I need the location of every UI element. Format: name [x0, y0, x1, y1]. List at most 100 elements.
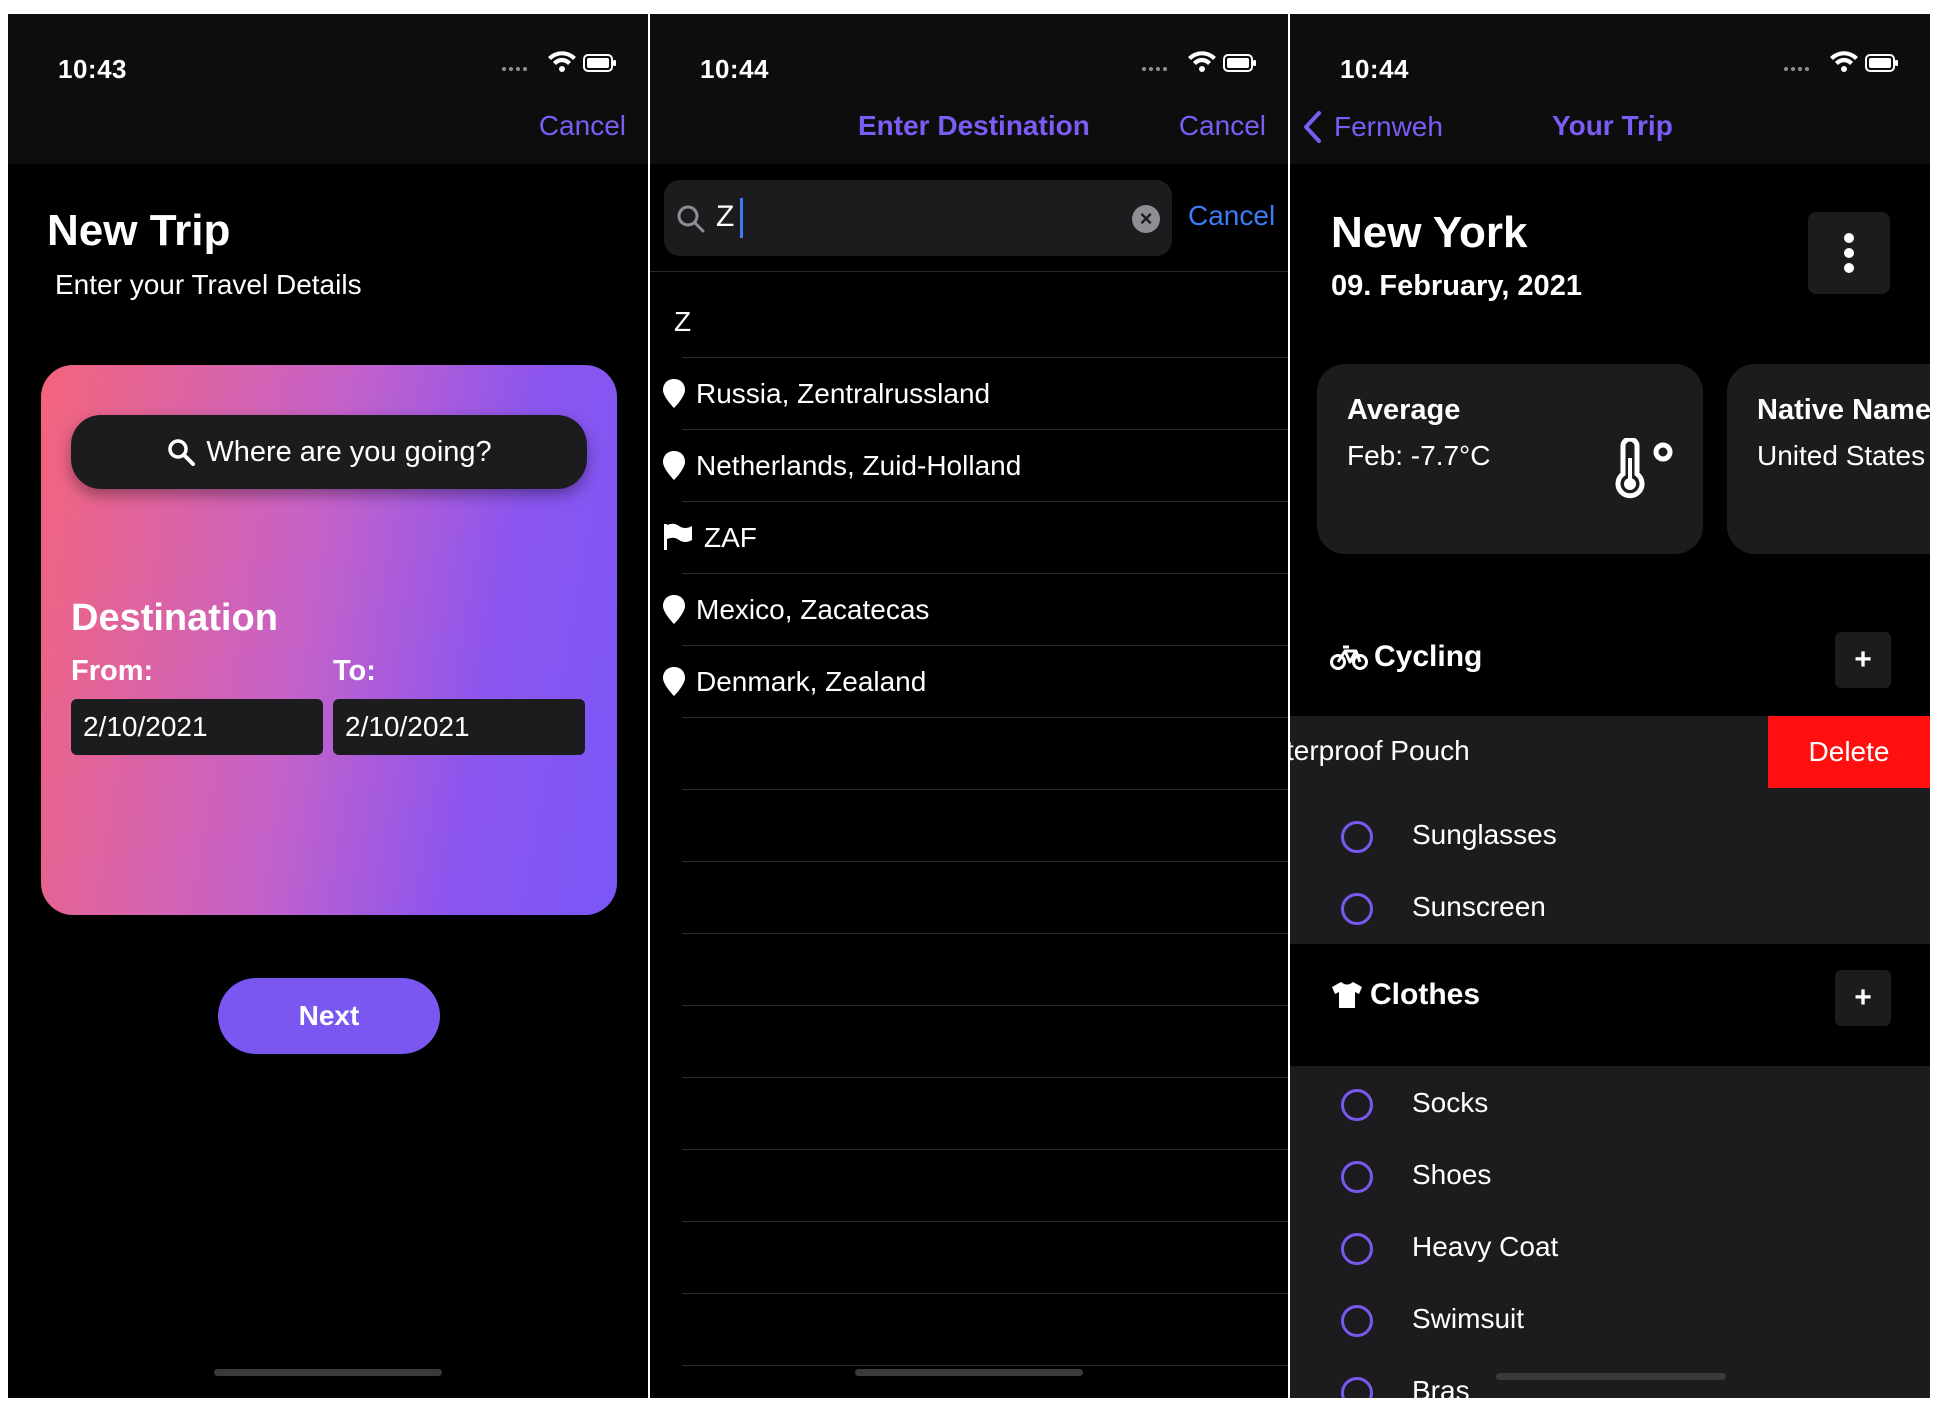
- native-card-title: Native Name: [1757, 394, 1930, 426]
- nav-title: Enter Destination: [858, 110, 1090, 141]
- empty-row: [650, 934, 1288, 1006]
- result-row[interactable]: Denmark, Zealand: [650, 646, 1288, 718]
- item-label: Sunglasses: [1412, 819, 1557, 850]
- empty-row: [650, 790, 1288, 862]
- home-indicator: [1496, 1373, 1726, 1380]
- item-label: Sunscreen: [1412, 891, 1546, 922]
- flag-icon: [664, 523, 692, 550]
- status-time: 10:43: [58, 54, 127, 84]
- nav-title: Your Trip: [1552, 110, 1673, 141]
- item-label: terproof Pouch: [1290, 735, 1470, 766]
- checkbox-circle-icon[interactable]: [1341, 821, 1373, 853]
- list-item[interactable]: Shoes: [1290, 1140, 1930, 1212]
- section-title: Clothes: [1370, 978, 1481, 1011]
- weather-card: Average Feb: -7.7°C: [1317, 364, 1703, 554]
- checkbox-circle-icon[interactable]: [1341, 1161, 1373, 1193]
- status-time: 10:44: [700, 54, 769, 84]
- checkbox-circle-icon[interactable]: [1341, 1377, 1373, 1398]
- list-item[interactable]: Sunscreen: [1290, 872, 1930, 944]
- destination-search-button[interactable]: Where are you going?: [71, 415, 587, 489]
- result-row[interactable]: ZAF: [650, 502, 1288, 574]
- checkbox-circle-icon[interactable]: [1341, 1089, 1373, 1121]
- page-subtitle: Enter your Travel Details: [55, 269, 362, 300]
- home-indicator: [214, 1369, 442, 1376]
- checkbox-circle-icon[interactable]: [1341, 893, 1373, 925]
- thermometer-icon: [1615, 438, 1673, 499]
- native-name-card: Native Name United States: [1727, 364, 1930, 554]
- list-item[interactable]: Socks: [1290, 1068, 1930, 1140]
- back-button[interactable]: Fernweh: [1302, 110, 1443, 144]
- result-row[interactable]: Russia, Zentralrussland: [650, 358, 1288, 430]
- back-label: Fernweh: [1334, 111, 1443, 142]
- empty-row: [650, 862, 1288, 934]
- empty-row: [650, 1150, 1288, 1222]
- result-label: Netherlands, Zuid-Holland: [696, 450, 1022, 481]
- list-item[interactable]: Sunglasses: [1290, 800, 1930, 872]
- add-clothes-item-button[interactable]: +: [1835, 970, 1891, 1026]
- travel-details-card: Where are you going? Destination From: T…: [41, 365, 617, 915]
- status-icons: [1784, 51, 1898, 72]
- empty-row: [650, 1078, 1288, 1150]
- result-label: Z: [674, 306, 692, 337]
- checkbox-circle-icon[interactable]: [1341, 1305, 1373, 1337]
- list-item[interactable]: Heavy Coat: [1290, 1212, 1930, 1284]
- status-time: 10:44: [1340, 54, 1409, 84]
- search-icon: [168, 439, 196, 466]
- delete-button[interactable]: Delete: [1768, 716, 1930, 788]
- chevron-left-icon: [1304, 111, 1321, 143]
- search-placeholder: Where are you going?: [206, 435, 492, 468]
- status-icons: [502, 51, 616, 72]
- section-header-cycling: Cycling: [1330, 640, 1482, 674]
- page-title: New Trip: [47, 206, 231, 255]
- from-date-picker[interactable]: 2/10/2021: [71, 699, 323, 755]
- item-label: Heavy Coat: [1412, 1231, 1559, 1262]
- result-label: Denmark, Zealand: [696, 666, 927, 697]
- to-date-picker[interactable]: 2/10/2021: [333, 699, 585, 755]
- from-label: From:: [71, 655, 154, 687]
- search-icon: [677, 205, 705, 233]
- clear-icon[interactable]: ×: [1132, 205, 1160, 233]
- result-row[interactable]: Mexico, Zacatecas: [650, 574, 1288, 646]
- location-pin-icon: [663, 451, 685, 480]
- cancel-button[interactable]: Cancel: [1179, 110, 1266, 142]
- location-pin-icon: [663, 595, 685, 624]
- more-options-button[interactable]: [1808, 212, 1890, 294]
- weather-card-title: Average: [1347, 394, 1461, 426]
- destination-label: Destination: [71, 597, 278, 639]
- empty-row: [650, 718, 1288, 790]
- list-item[interactable]: Swimsuit: [1290, 1284, 1930, 1356]
- next-button[interactable]: Next: [218, 978, 440, 1054]
- item-label: Swimsuit: [1412, 1303, 1525, 1334]
- result-label: Mexico, Zacatecas: [696, 594, 930, 625]
- empty-row: [650, 1294, 1288, 1366]
- result-row[interactable]: Netherlands, Zuid-Holland: [650, 430, 1288, 502]
- new-trip-screen: 10:43 Cancel New Trip Enter your Travel …: [8, 14, 648, 1398]
- add-cycling-item-button[interactable]: +: [1835, 632, 1891, 688]
- city-title: New York: [1331, 208, 1528, 257]
- checkbox-circle-icon[interactable]: [1341, 1233, 1373, 1265]
- item-label: Shoes: [1412, 1159, 1492, 1190]
- cancel-button[interactable]: Cancel: [539, 110, 626, 142]
- empty-row: [650, 1222, 1288, 1294]
- result-label: ZAF: [704, 522, 757, 553]
- section-title: Cycling: [1374, 640, 1483, 673]
- result-row[interactable]: Z: [650, 286, 1288, 358]
- more-vertical-icon: [1844, 233, 1854, 273]
- divider: [650, 271, 1288, 272]
- native-card-value: United States: [1757, 440, 1926, 471]
- trip-date: 09. February, 2021: [1331, 270, 1582, 302]
- bicycle-icon: [1330, 645, 1368, 670]
- enter-destination-screen: 10:44 Enter Destination Cancel Z × Cance…: [650, 14, 1288, 1398]
- weather-card-value: Feb: -7.7°C: [1347, 440, 1491, 471]
- swiped-list-item[interactable]: terproof Pouch Delete: [1290, 716, 1930, 788]
- section-header-clothes: Clothes: [1330, 978, 1480, 1012]
- result-label: Russia, Zentralrussland: [696, 378, 991, 409]
- item-label: Socks: [1412, 1087, 1489, 1118]
- your-trip-screen: 10:44 Fernweh Your Trip New York 09. Feb…: [1290, 14, 1930, 1398]
- status-icons: [1142, 51, 1256, 72]
- item-label: Bras: [1412, 1375, 1470, 1398]
- search-cancel-button[interactable]: Cancel: [1188, 200, 1275, 232]
- tshirt-icon: [1332, 982, 1362, 1008]
- search-field[interactable]: Z ×: [664, 180, 1172, 256]
- location-pin-icon: [663, 379, 685, 408]
